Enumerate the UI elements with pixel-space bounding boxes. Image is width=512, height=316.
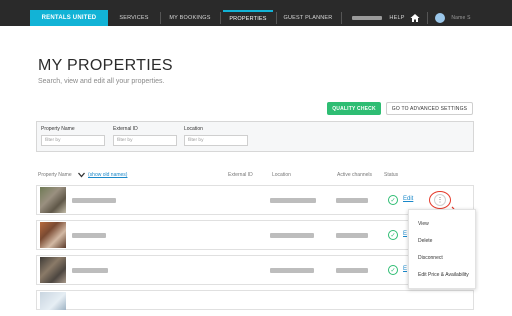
table-row[interactable]: [36, 290, 474, 310]
status-check-icon: ✓: [388, 265, 398, 275]
advanced-settings-button[interactable]: GO TO ADVANCED SETTINGS: [386, 102, 473, 115]
filter-label-external-id: External ID: [113, 126, 138, 132]
property-name-redacted: [72, 198, 116, 203]
user-avatar[interactable]: [435, 13, 445, 23]
external-id-filter-input[interactable]: filter by: [113, 135, 177, 146]
nav-guest-planner[interactable]: GUEST PLANNER: [279, 10, 337, 26]
account-info-redacted: [352, 16, 382, 20]
nav-properties[interactable]: PROPERTIES: [223, 10, 273, 26]
property-thumbnail[interactable]: [40, 187, 66, 213]
nav-divider: [341, 12, 342, 24]
column-header-active-channels: Active channels: [337, 172, 373, 178]
column-header-status: Status: [384, 172, 399, 178]
property-name-redacted: [72, 233, 106, 238]
nav-divider: [220, 12, 221, 24]
home-icon[interactable]: [410, 13, 420, 23]
column-header-location: Location: [272, 172, 291, 178]
property-name-redacted: [72, 268, 108, 273]
page-title: MY PROPERTIES: [38, 57, 173, 74]
location-filter-input[interactable]: filter by: [184, 135, 248, 146]
nav-my-bookings[interactable]: MY BOOKINGS: [164, 10, 216, 26]
active-channels-redacted: [336, 268, 368, 273]
menu-item-edit-price-availability[interactable]: Edit Price & Availability: [418, 272, 469, 278]
sort-chevron-down-icon[interactable]: [78, 172, 85, 178]
status-check-icon: ✓: [388, 195, 398, 205]
nav-divider: [276, 12, 277, 24]
menu-item-disconnect[interactable]: Disconnect: [418, 255, 443, 261]
nav-help[interactable]: HELP: [388, 10, 406, 26]
property-thumbnail[interactable]: [40, 257, 66, 283]
active-channels-redacted: [336, 233, 368, 238]
nav-services[interactable]: SERVICES: [112, 10, 156, 26]
edit-link[interactable]: Edit: [403, 196, 413, 202]
filter-label-location: Location: [184, 126, 203, 132]
edit-link[interactable]: E: [403, 266, 407, 272]
active-channels-redacted: [336, 198, 368, 203]
location-redacted: [270, 233, 314, 238]
property-name-filter-input[interactable]: filter by: [41, 135, 105, 146]
nav-divider: [427, 12, 428, 24]
status-check-icon: ✓: [388, 230, 398, 240]
nav-divider: [160, 12, 161, 24]
location-redacted: [270, 268, 314, 273]
location-redacted: [270, 198, 316, 203]
user-name[interactable]: Name S: [449, 10, 473, 26]
menu-item-delete[interactable]: Delete: [418, 238, 432, 244]
edit-link[interactable]: E: [403, 231, 407, 237]
quality-check-button[interactable]: QUALITY CHECK: [327, 102, 381, 115]
property-thumbnail[interactable]: [40, 222, 66, 248]
property-thumbnail[interactable]: [40, 292, 66, 310]
column-header-property-name[interactable]: Property Name: [38, 172, 72, 178]
page-subtitle: Search, view and edit all your propertie…: [38, 78, 165, 85]
menu-item-view[interactable]: View: [418, 221, 429, 227]
show-old-names-link[interactable]: (show old names): [88, 172, 127, 178]
column-header-external-id: External ID: [228, 172, 253, 178]
brand-logo[interactable]: RENTALS UNITED: [30, 10, 108, 26]
filter-label-property-name: Property Name: [41, 126, 75, 132]
